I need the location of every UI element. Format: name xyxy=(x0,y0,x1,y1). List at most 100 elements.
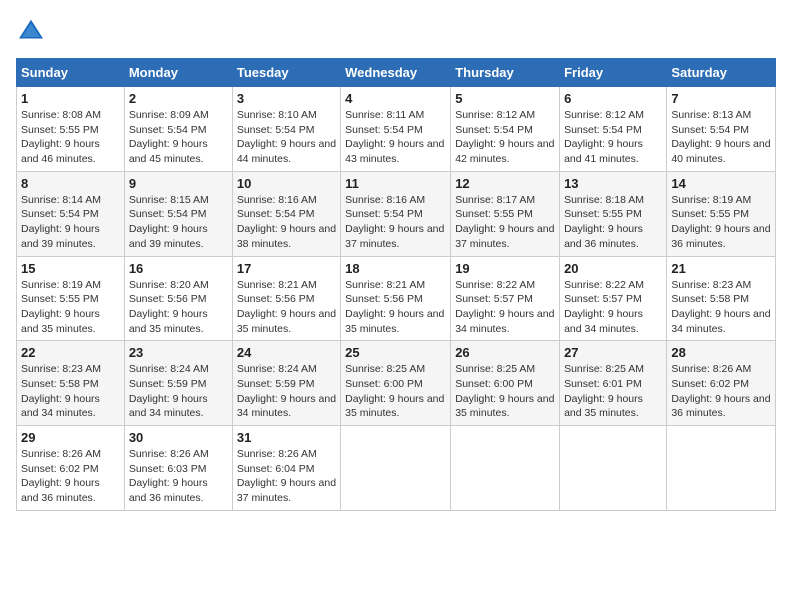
day-number: 10 xyxy=(237,176,336,191)
week-row-3: 15 Sunrise: 8:19 AM Sunset: 5:55 PM Dayl… xyxy=(17,256,776,341)
day-cell: 13 Sunrise: 8:18 AM Sunset: 5:55 PM Dayl… xyxy=(560,171,667,256)
day-number: 17 xyxy=(237,261,336,276)
day-content: Sunrise: 8:20 AM Sunset: 5:56 PM Dayligh… xyxy=(129,278,228,337)
day-cell xyxy=(667,426,776,511)
column-header-thursday: Thursday xyxy=(451,59,560,87)
day-content: Sunrise: 8:25 AM Sunset: 6:00 PM Dayligh… xyxy=(345,362,446,421)
day-content: Sunrise: 8:21 AM Sunset: 5:56 PM Dayligh… xyxy=(237,278,336,337)
day-cell: 21 Sunrise: 8:23 AM Sunset: 5:58 PM Dayl… xyxy=(667,256,776,341)
column-header-tuesday: Tuesday xyxy=(232,59,340,87)
day-content: Sunrise: 8:18 AM Sunset: 5:55 PM Dayligh… xyxy=(564,193,662,252)
day-cell: 24 Sunrise: 8:24 AM Sunset: 5:59 PM Dayl… xyxy=(232,341,340,426)
day-number: 12 xyxy=(455,176,555,191)
day-number: 7 xyxy=(671,91,771,106)
day-number: 8 xyxy=(21,176,120,191)
column-header-wednesday: Wednesday xyxy=(341,59,451,87)
day-content: Sunrise: 8:14 AM Sunset: 5:54 PM Dayligh… xyxy=(21,193,120,252)
day-cell: 4 Sunrise: 8:11 AM Sunset: 5:54 PM Dayli… xyxy=(341,87,451,172)
day-cell: 29 Sunrise: 8:26 AM Sunset: 6:02 PM Dayl… xyxy=(17,426,125,511)
day-content: Sunrise: 8:26 AM Sunset: 6:02 PM Dayligh… xyxy=(21,447,120,506)
calendar-body: 1 Sunrise: 8:08 AM Sunset: 5:55 PM Dayli… xyxy=(17,87,776,511)
day-cell xyxy=(451,426,560,511)
day-content: Sunrise: 8:17 AM Sunset: 5:55 PM Dayligh… xyxy=(455,193,555,252)
day-content: Sunrise: 8:22 AM Sunset: 5:57 PM Dayligh… xyxy=(564,278,662,337)
day-cell: 31 Sunrise: 8:26 AM Sunset: 6:04 PM Dayl… xyxy=(232,426,340,511)
day-number: 28 xyxy=(671,345,771,360)
day-number: 18 xyxy=(345,261,446,276)
day-cell: 9 Sunrise: 8:15 AM Sunset: 5:54 PM Dayli… xyxy=(124,171,232,256)
day-content: Sunrise: 8:10 AM Sunset: 5:54 PM Dayligh… xyxy=(237,108,336,167)
day-number: 6 xyxy=(564,91,662,106)
day-cell: 1 Sunrise: 8:08 AM Sunset: 5:55 PM Dayli… xyxy=(17,87,125,172)
day-cell: 15 Sunrise: 8:19 AM Sunset: 5:55 PM Dayl… xyxy=(17,256,125,341)
day-number: 21 xyxy=(671,261,771,276)
day-number: 24 xyxy=(237,345,336,360)
day-cell: 11 Sunrise: 8:16 AM Sunset: 5:54 PM Dayl… xyxy=(341,171,451,256)
day-content: Sunrise: 8:23 AM Sunset: 5:58 PM Dayligh… xyxy=(671,278,771,337)
day-content: Sunrise: 8:11 AM Sunset: 5:54 PM Dayligh… xyxy=(345,108,446,167)
day-number: 16 xyxy=(129,261,228,276)
day-content: Sunrise: 8:09 AM Sunset: 5:54 PM Dayligh… xyxy=(129,108,228,167)
day-number: 5 xyxy=(455,91,555,106)
day-cell: 10 Sunrise: 8:16 AM Sunset: 5:54 PM Dayl… xyxy=(232,171,340,256)
day-content: Sunrise: 8:26 AM Sunset: 6:02 PM Dayligh… xyxy=(671,362,771,421)
day-cell: 22 Sunrise: 8:23 AM Sunset: 5:58 PM Dayl… xyxy=(17,341,125,426)
day-content: Sunrise: 8:08 AM Sunset: 5:55 PM Dayligh… xyxy=(21,108,120,167)
logo-icon xyxy=(16,16,46,46)
day-cell: 5 Sunrise: 8:12 AM Sunset: 5:54 PM Dayli… xyxy=(451,87,560,172)
day-cell: 16 Sunrise: 8:20 AM Sunset: 5:56 PM Dayl… xyxy=(124,256,232,341)
column-header-monday: Monday xyxy=(124,59,232,87)
day-cell: 6 Sunrise: 8:12 AM Sunset: 5:54 PM Dayli… xyxy=(560,87,667,172)
calendar-table: SundayMondayTuesdayWednesdayThursdayFrid… xyxy=(16,58,776,511)
day-number: 25 xyxy=(345,345,446,360)
day-content: Sunrise: 8:25 AM Sunset: 6:00 PM Dayligh… xyxy=(455,362,555,421)
day-cell: 14 Sunrise: 8:19 AM Sunset: 5:55 PM Dayl… xyxy=(667,171,776,256)
day-cell xyxy=(560,426,667,511)
day-number: 23 xyxy=(129,345,228,360)
day-number: 9 xyxy=(129,176,228,191)
day-cell: 27 Sunrise: 8:25 AM Sunset: 6:01 PM Dayl… xyxy=(560,341,667,426)
day-number: 19 xyxy=(455,261,555,276)
day-cell: 17 Sunrise: 8:21 AM Sunset: 5:56 PM Dayl… xyxy=(232,256,340,341)
day-number: 14 xyxy=(671,176,771,191)
week-row-2: 8 Sunrise: 8:14 AM Sunset: 5:54 PM Dayli… xyxy=(17,171,776,256)
day-cell: 8 Sunrise: 8:14 AM Sunset: 5:54 PM Dayli… xyxy=(17,171,125,256)
day-cell: 20 Sunrise: 8:22 AM Sunset: 5:57 PM Dayl… xyxy=(560,256,667,341)
day-cell: 25 Sunrise: 8:25 AM Sunset: 6:00 PM Dayl… xyxy=(341,341,451,426)
day-cell: 3 Sunrise: 8:10 AM Sunset: 5:54 PM Dayli… xyxy=(232,87,340,172)
week-row-5: 29 Sunrise: 8:26 AM Sunset: 6:02 PM Dayl… xyxy=(17,426,776,511)
day-cell: 7 Sunrise: 8:13 AM Sunset: 5:54 PM Dayli… xyxy=(667,87,776,172)
day-cell: 30 Sunrise: 8:26 AM Sunset: 6:03 PM Dayl… xyxy=(124,426,232,511)
day-cell: 12 Sunrise: 8:17 AM Sunset: 5:55 PM Dayl… xyxy=(451,171,560,256)
day-number: 3 xyxy=(237,91,336,106)
logo xyxy=(16,16,50,46)
day-number: 4 xyxy=(345,91,446,106)
day-cell: 28 Sunrise: 8:26 AM Sunset: 6:02 PM Dayl… xyxy=(667,341,776,426)
day-content: Sunrise: 8:15 AM Sunset: 5:54 PM Dayligh… xyxy=(129,193,228,252)
day-number: 15 xyxy=(21,261,120,276)
day-content: Sunrise: 8:23 AM Sunset: 5:58 PM Dayligh… xyxy=(21,362,120,421)
day-number: 26 xyxy=(455,345,555,360)
day-content: Sunrise: 8:19 AM Sunset: 5:55 PM Dayligh… xyxy=(671,193,771,252)
day-content: Sunrise: 8:22 AM Sunset: 5:57 PM Dayligh… xyxy=(455,278,555,337)
day-cell: 23 Sunrise: 8:24 AM Sunset: 5:59 PM Dayl… xyxy=(124,341,232,426)
day-content: Sunrise: 8:24 AM Sunset: 5:59 PM Dayligh… xyxy=(237,362,336,421)
day-cell: 19 Sunrise: 8:22 AM Sunset: 5:57 PM Dayl… xyxy=(451,256,560,341)
day-number: 22 xyxy=(21,345,120,360)
day-number: 11 xyxy=(345,176,446,191)
column-header-sunday: Sunday xyxy=(17,59,125,87)
day-number: 27 xyxy=(564,345,662,360)
day-content: Sunrise: 8:25 AM Sunset: 6:01 PM Dayligh… xyxy=(564,362,662,421)
day-number: 29 xyxy=(21,430,120,445)
day-number: 30 xyxy=(129,430,228,445)
calendar-header-row: SundayMondayTuesdayWednesdayThursdayFrid… xyxy=(17,59,776,87)
day-cell xyxy=(341,426,451,511)
header xyxy=(16,16,776,46)
week-row-4: 22 Sunrise: 8:23 AM Sunset: 5:58 PM Dayl… xyxy=(17,341,776,426)
day-content: Sunrise: 8:12 AM Sunset: 5:54 PM Dayligh… xyxy=(455,108,555,167)
day-number: 2 xyxy=(129,91,228,106)
day-content: Sunrise: 8:24 AM Sunset: 5:59 PM Dayligh… xyxy=(129,362,228,421)
column-header-saturday: Saturday xyxy=(667,59,776,87)
day-number: 20 xyxy=(564,261,662,276)
day-cell: 26 Sunrise: 8:25 AM Sunset: 6:00 PM Dayl… xyxy=(451,341,560,426)
